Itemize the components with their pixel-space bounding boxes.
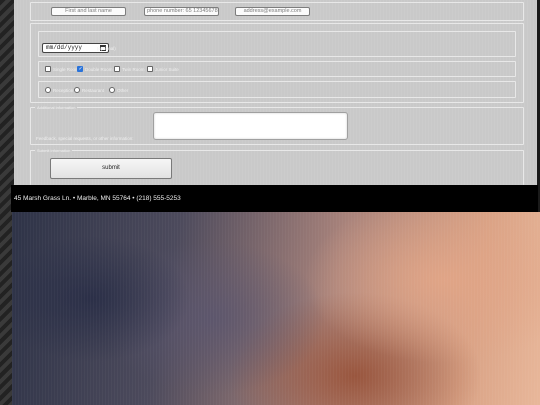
room-double-checkbox[interactable] [77,66,83,72]
room-single-label: Single Room [53,67,79,72]
option-restaurant-label: Restaurant [82,88,105,93]
phone-input[interactable]: phone number: 65 12345678 [144,7,219,16]
date-suffix-label: (optional) [97,46,116,51]
footer-address: 45 Marsh Grass Ln. • Marble, MN 55764 • … [11,185,538,212]
feedback-label: Feedback, special requests, or other inf… [36,136,134,141]
date-input-value: mm/dd/yyyy [46,44,83,51]
feedback-textarea[interactable] [153,112,348,140]
background-photo [12,212,540,405]
name-input[interactable]: First and last name [51,7,126,16]
option-reception-label: Reception [53,88,74,93]
room-double-label: Double Room [85,67,113,72]
room-junior-suite-label: Junior Suite [155,67,179,72]
option-reception-radio[interactable] [45,87,51,93]
option-other-radio[interactable] [109,87,115,93]
date-fieldset [38,31,516,57]
submit-button[interactable]: submit [50,158,172,179]
room-junior-suite-checkbox[interactable] [147,66,153,72]
reservation-form: First and last name phone number: 65 123… [14,0,537,185]
additional-info-legend: Additional information [37,105,76,110]
option-other-label: Other [117,88,129,93]
submit-legend: Submit information [37,148,71,153]
room-twin-label: Twin Room [122,67,145,72]
email-input[interactable]: address@example.com [235,7,310,16]
option-restaurant-radio[interactable] [74,87,80,93]
room-single-checkbox[interactable] [45,66,51,72]
room-twin-checkbox[interactable] [114,66,120,72]
